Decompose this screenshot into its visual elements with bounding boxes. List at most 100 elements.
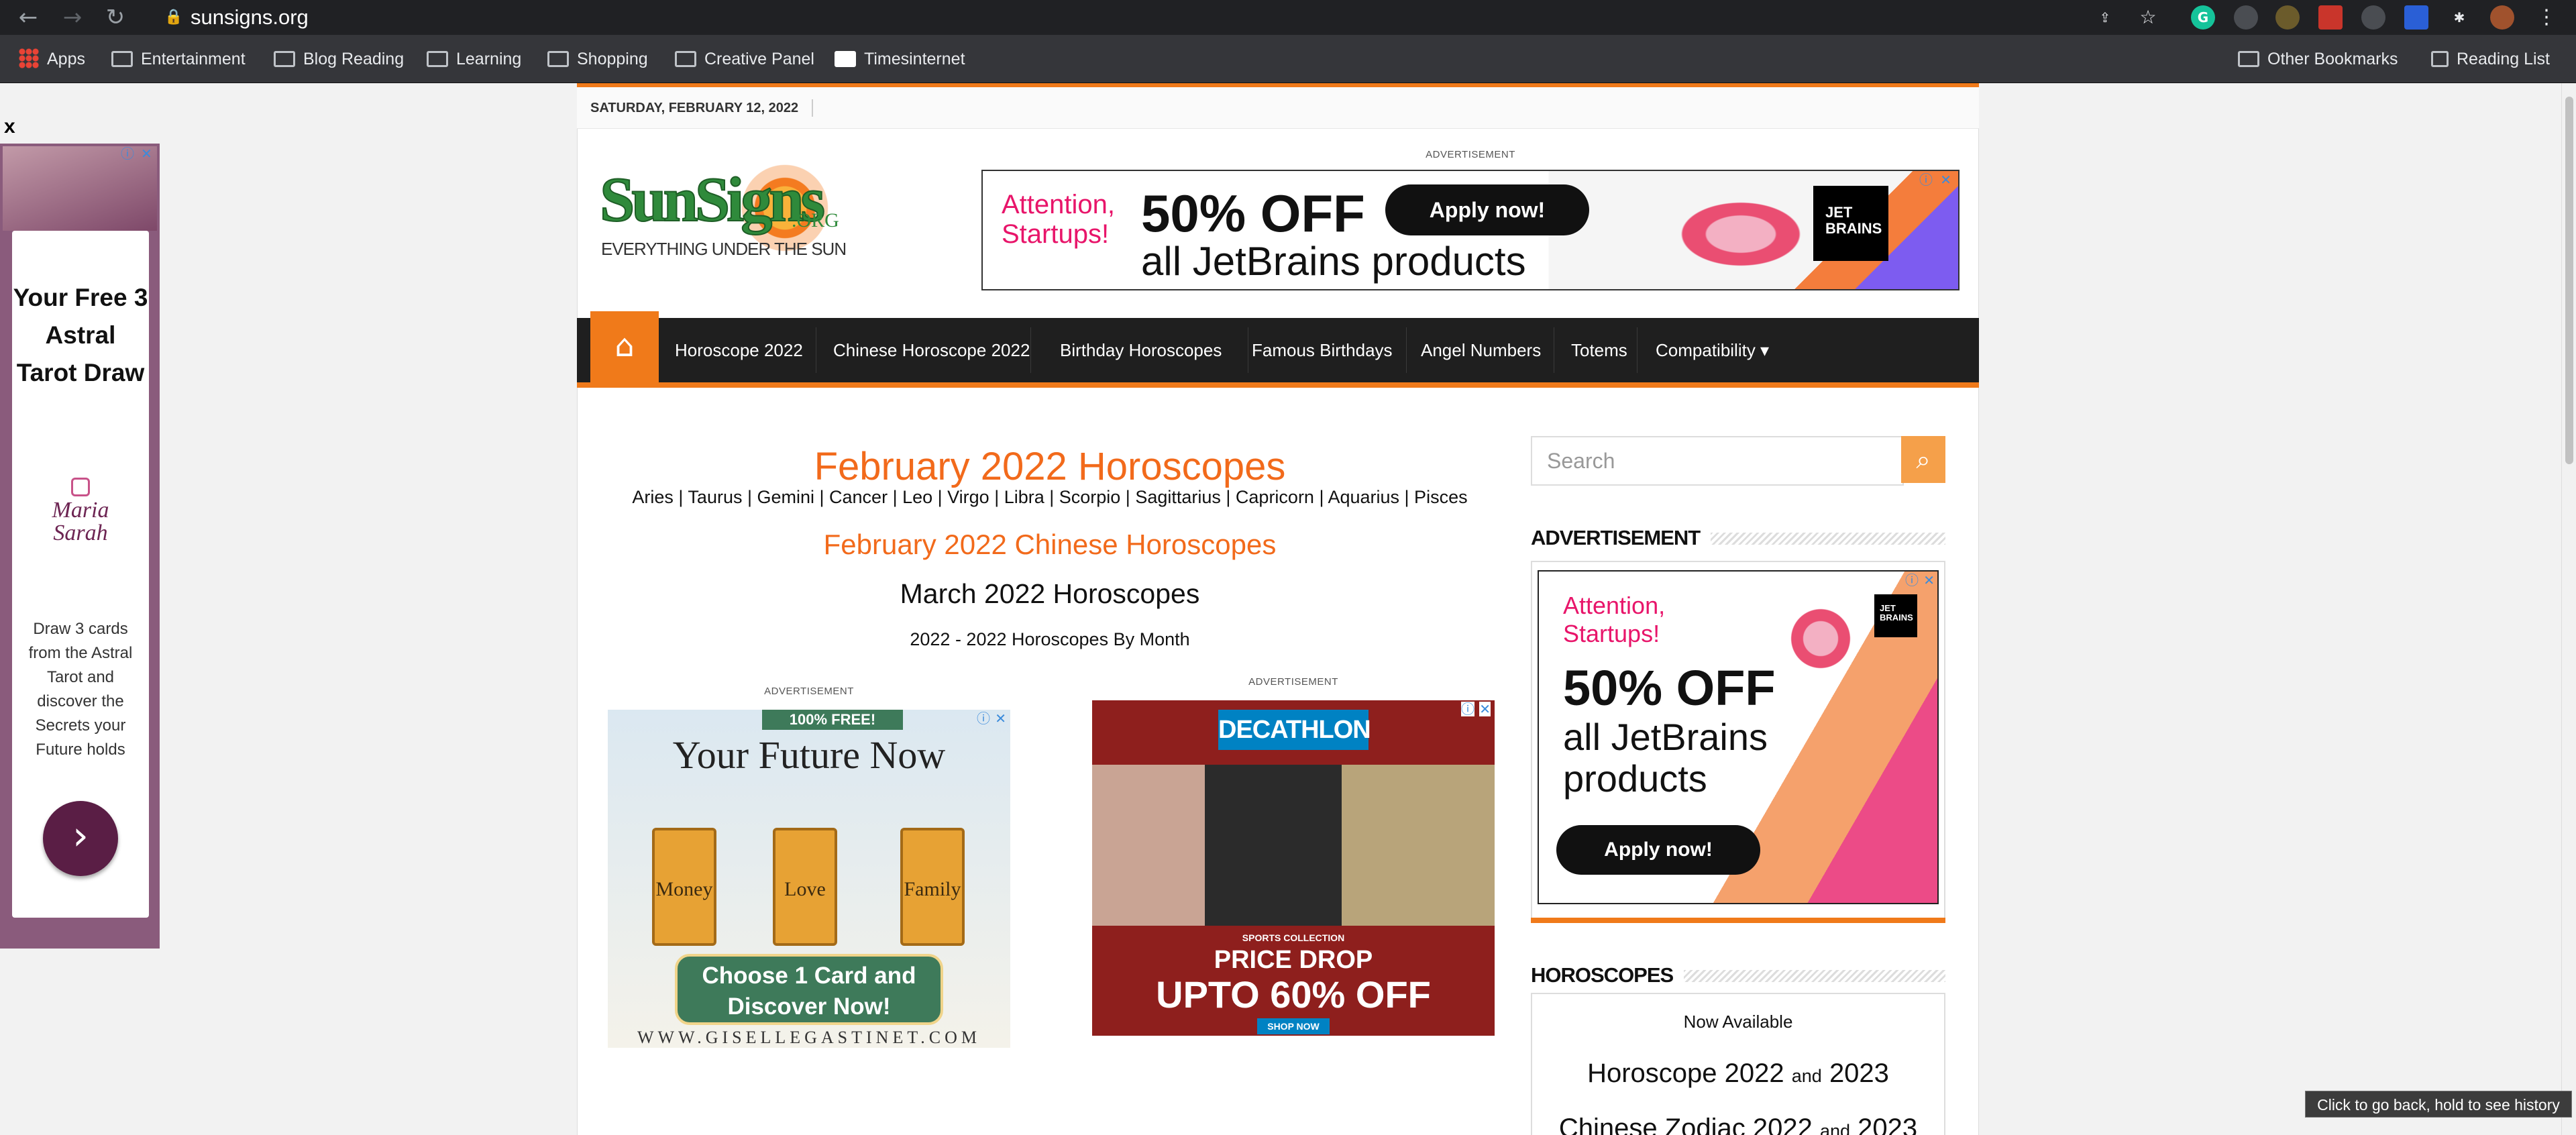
search-input[interactable]: Search [1531,436,1904,486]
left-ad-headline: Your Free 3 Astral Tarot Draw [13,284,148,386]
bookmark-folder-blog-reading[interactable]: Blog Reading [274,44,404,74]
bookmark-star-icon[interactable]: ☆ [2136,5,2160,30]
sidebar-horoscopes-heading: HOROSCOPES [1531,962,1945,989]
sidebar-ad-heading: ADVERTISEMENT [1531,525,1945,551]
tarot-card-family[interactable]: Family [900,828,965,946]
share-icon[interactable]: ⇪ [2093,5,2117,30]
left-ad-close-button[interactable]: x [4,115,15,138]
bookmark-folder-learning[interactable]: Learning [427,44,521,74]
ad-headline: PRICE DROP [1214,946,1373,974]
ad-discount: UPTO 60% OFF [1156,973,1431,1016]
ad-label: ADVERTISEMENT [1426,149,1515,160]
banner-offer: 50% OFF [1141,184,1365,243]
browser-toolbar: ← → ↻ 🔒 sunsigns.org ⇪ ☆ G ✱ ⋮ [0,0,2576,35]
lock-icon[interactable]: 🔒 [164,5,184,30]
scrollbar-thumb[interactable] [2565,97,2573,464]
ad-close-icon[interactable]: ✕ [1940,172,1951,187]
jetbrains-banner-ad[interactable]: Attention, Startups! 50% OFF Apply now! … [981,170,1960,290]
sports-photo [1092,765,1495,926]
left-ad-body: Draw 3 cards from the Astral Tarot and d… [28,620,133,759]
back-arrow-icon[interactable]: ← [13,3,43,32]
bookmark-other-bookmarks[interactable]: Other Bookmarks [2238,44,2398,74]
bookmark-folder-entertainment[interactable]: Entertainment [111,44,246,74]
nav-birthday-horoscopes[interactable]: Birthday Horoscopes [1060,318,1222,382]
ad-info-icon[interactable]: ⓘ [1461,702,1474,716]
decathlon-ad[interactable]: DECATHLON SPORTS COLLECTION PRICE DROP U… [1092,700,1495,1036]
search-icon[interactable]: ⌕ [1901,436,1945,483]
sidebar-accent-line [1531,918,1945,923]
main-nav: ⌂ Horoscope 2022 Chinese Horoscope 2022 … [577,311,1979,388]
nav-angel-numbers[interactable]: Angel Numbers [1421,318,1541,382]
ad-close-icon[interactable]: ✕ [995,711,1006,726]
horoscopes-widget: Now Available Horoscope 2022 and 2023 Ch… [1531,993,1945,1135]
chevron-right-icon[interactable]: › [43,801,118,876]
jetbrains-sidebar-ad[interactable]: Attention, Startups! JET BRAINS 50% OFF … [1538,570,1939,904]
sidebar-apply-button[interactable]: Apply now! [1556,825,1760,875]
ad-url: WWW.GISELLEGASTINET.COM [637,1028,981,1047]
date-bar: SATURDAY, FEBRUARY 12, 2022 [577,87,1979,129]
ad-info-icon[interactable]: ⓘ [1905,573,1919,588]
site-logo[interactable]: SunSigns .ORG EVERYTHING UNDER THE SUN [597,154,847,262]
timesinternet-icon [835,51,856,67]
ad-label: ADVERTISEMENT [764,686,854,697]
address-bar[interactable]: sunsigns.org [191,5,309,30]
browser-menu-icon[interactable]: ⋮ [2534,5,2559,30]
extensions-puzzle-icon[interactable]: ✱ [2447,5,2471,30]
chinese-horoscopes-link[interactable]: February 2022 Chinese Horoscopes [597,529,1503,561]
home-button[interactable]: ⌂ [590,311,659,382]
search-placeholder: Search [1547,449,1615,473]
nav-famous-birthdays[interactable]: Famous Birthdays [1252,318,1393,382]
date-divider [812,99,813,117]
sidebar-ad-headline: Attention, Startups! [1563,592,1666,647]
bookmark-folder-creative-panel[interactable]: Creative Panel [675,44,814,74]
nav-compatibility-dropdown[interactable]: Compatibility ▾ [1656,318,1769,382]
decathlon-logo: DECATHLON [1218,710,1371,750]
ad-close-icon[interactable]: ✕ [1923,573,1935,588]
sidebar-ad-products: all JetBrains products [1563,716,1768,800]
vertical-scrollbar[interactable] [2561,83,2576,1135]
march-horoscopes-link[interactable]: March 2022 Horoscopes [597,578,1503,610]
nav-divider [1637,327,1638,373]
sidebar-ad-offer: 50% OFF [1563,660,1776,716]
pen-extension-icon[interactable] [2361,5,2385,30]
bookmark-apps[interactable]: Apps [19,44,85,74]
ad-subtitle: SPORTS COLLECTION [1242,932,1345,943]
nav-horoscope-2022[interactable]: Horoscope 2022 [675,318,803,382]
banner-apply-button[interactable]: Apply now! [1385,184,1589,235]
choose-card-button[interactable]: Choose 1 Card and Discover Now! [675,954,943,1025]
nav-accent-line [577,382,1979,388]
left-ad-card: Your Free 3 Astral Tarot Draw Maria Sara… [12,231,149,918]
ad-close-icon[interactable]: ✕ [141,146,152,161]
nav-totems[interactable]: Totems [1571,318,1627,382]
extension-blue-icon[interactable] [2404,5,2428,30]
zodiac-sign-links[interactable]: Aries | Taurus | Gemini | Cancer | Leo |… [597,487,1503,508]
chinese-zodiac-link[interactable]: Chinese Zodiac 2022 and 2023 [1532,1114,1944,1135]
shop-now-button[interactable]: SHOP NOW [1257,1018,1330,1034]
reload-icon[interactable]: ↻ [101,3,130,32]
ad-info-icon[interactable]: ⓘ [1919,172,1933,187]
tarot-card-love[interactable]: Love [773,828,837,946]
flag-extension-icon[interactable] [2275,5,2300,30]
reading-list-button[interactable]: Reading List [2431,44,2550,74]
ad-close-icon[interactable]: ✕ [1479,702,1491,716]
profile-avatar[interactable] [2490,5,2514,30]
tarot-card-ad[interactable]: 100% FREE! Your Future Now Money Love Fa… [608,710,1010,1048]
bookmark-folder-shopping[interactable]: Shopping [547,44,648,74]
horoscopes-by-month-link[interactable]: 2022 - 2022 Horoscopes By Month [597,629,1503,650]
back-button-tooltip: Click to go back, hold to see history [2305,1091,2572,1118]
tarot-card-money[interactable]: Money [652,828,716,946]
apps-grid-icon [19,48,39,68]
ad-label: ADVERTISEMENT [1248,676,1338,688]
extension-icon[interactable] [2234,5,2258,30]
tarot-logo-icon [71,478,90,496]
horoscope-years-link[interactable]: Horoscope 2022 and 2023 [1532,1059,1944,1089]
forward-arrow-icon[interactable]: → [58,3,87,32]
grammarly-extension-icon[interactable]: G [2191,5,2215,30]
left-tarot-ad[interactable]: ⓘ ✕ Your Free 3 Astral Tarot Draw Maria … [0,144,160,949]
ad-info-icon[interactable]: ⓘ [977,711,990,726]
ad-info-icon[interactable]: ⓘ [121,146,134,161]
extension-red-icon[interactable] [2318,5,2343,30]
bookmark-timesinternet[interactable]: Timesinternet [835,44,965,74]
nav-chinese-horoscope-2022[interactable]: Chinese Horoscope 2022 [833,318,1030,382]
logo-tagline: EVERYTHING UNDER THE SUN [601,239,847,259]
